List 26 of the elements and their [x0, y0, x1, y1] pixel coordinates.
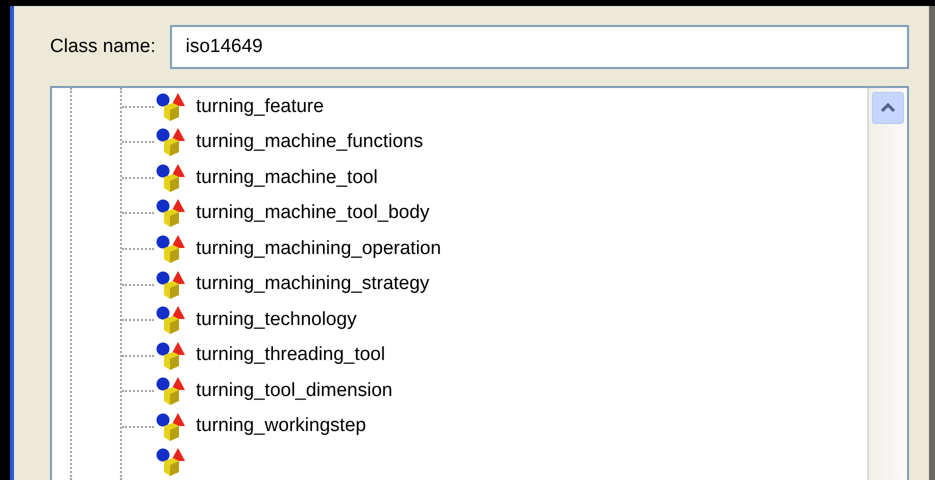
- shapes-icon: [154, 162, 186, 193]
- shapes-icon: [154, 305, 186, 336]
- shapes-icon: [154, 198, 186, 228]
- tree-item[interactable]: turning_tool_dimension: [196, 376, 392, 406]
- tree-item[interactable]: turning_machine_functions: [196, 128, 424, 157]
- shapes-icon: [154, 447, 186, 478]
- tree-item[interactable]: turning_machining_strategy: [196, 270, 430, 299]
- shapes-icon: [154, 234, 186, 264]
- shapes-icon: [154, 92, 186, 122]
- tree-item[interactable]: turning_machining_operation: [196, 234, 442, 264]
- tree-item[interactable]: turning_workingstep: [196, 412, 366, 441]
- shapes-icon: [154, 127, 186, 158]
- input-field[interactable]: iso14649: [170, 25, 909, 69]
- scroll-up-button[interactable]: [872, 92, 904, 124]
- shapes-icon: [154, 270, 186, 300]
- tree-item[interactable]: turning_machine_tool: [196, 164, 378, 192]
- up-chevron-icon: [881, 103, 895, 113]
- tree-item[interactable]: turning_machine_tool_body: [196, 199, 430, 228]
- shapes-icon: [154, 340, 186, 371]
- tree-item[interactable]: turning_technology: [196, 306, 357, 334]
- tree-item[interactable]: turning_threading_tool: [196, 341, 386, 370]
- scrollbar[interactable]: [867, 88, 907, 480]
- tree-item[interactable]: turning_feature: [196, 92, 324, 122]
- shapes-icon: [154, 376, 186, 406]
- shapes-icon: [154, 412, 186, 442]
- field-label: Class name:: [50, 34, 156, 59]
